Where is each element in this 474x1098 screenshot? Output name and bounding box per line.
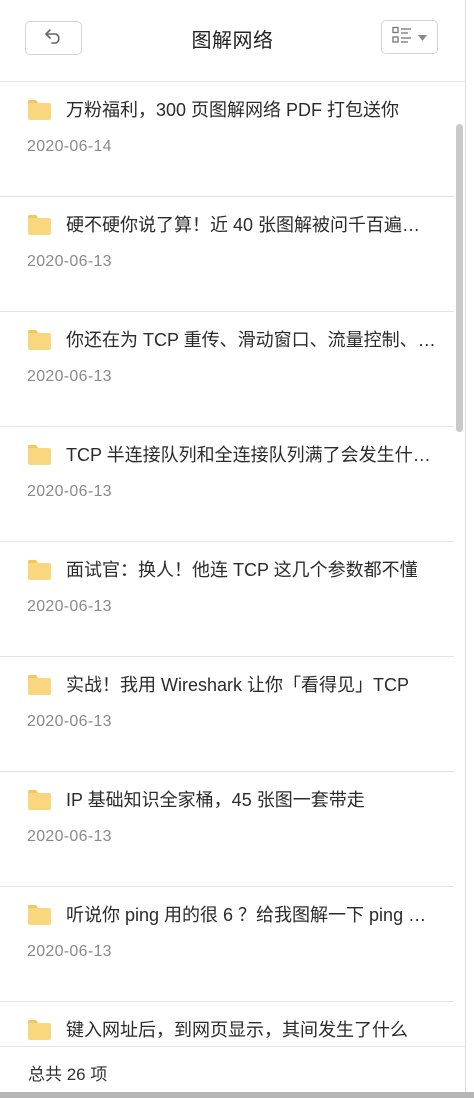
item-date: 2020-06-13 <box>27 713 112 730</box>
app-window: 图解网络 万粉福利，300 页图解网络 PDF 打包送你 2020-06-14 硬不… <box>0 0 466 1092</box>
item-title: 万粉福利，300 页图解网络 PDF 打包送你 <box>66 100 400 120</box>
item-date: 2020-06-13 <box>27 598 112 615</box>
view-mode-button[interactable] <box>381 20 438 54</box>
folder-icon <box>27 1019 52 1041</box>
article-list: 万粉福利，300 页图解网络 PDF 打包送你 2020-06-14 硬不硬你说了算… <box>0 82 454 1046</box>
footer-bar: 总共 26 项 <box>0 1046 465 1092</box>
folder-icon <box>27 559 52 581</box>
item-title: IP 基础知识全家桶，45 张图一套带走 <box>66 790 365 810</box>
total-count: 总共 26 项 <box>28 1065 108 1084</box>
folder-icon <box>27 789 52 811</box>
list-item[interactable]: 你还在为 TCP 重传、滑动窗口、流量控制、拥塞控制发愁吗？ 2020-06-13 <box>0 312 454 427</box>
item-title: TCP 半连接队列和全连接队列满了会发生什么？ <box>66 445 436 465</box>
list-item[interactable]: 面试官：换人！他连 TCP 这几个参数都不懂 2020-06-13 <box>0 542 454 657</box>
list-item[interactable]: 硬不硬你说了算！近 40 张图解被问千百遍的 TCP 三次握手和四次挥手面试题 2… <box>0 197 454 312</box>
item-title: 你还在为 TCP 重传、滑动窗口、流量控制、拥塞控制发愁吗？ <box>66 330 436 350</box>
list-item[interactable]: 键入网址后，到网页显示，其间发生了什么 <box>0 1002 454 1046</box>
scrollbar-thumb[interactable] <box>456 124 463 432</box>
item-date: 2020-06-13 <box>27 943 112 960</box>
item-date: 2020-06-14 <box>27 138 112 155</box>
item-title: 实战！我用 Wireshark 让你「看得见」TCP <box>66 675 410 695</box>
header-bar: 图解网络 <box>0 0 465 82</box>
folder-icon <box>27 329 52 351</box>
list-item[interactable]: IP 基础知识全家桶，45 张图一套带走 2020-06-13 <box>0 772 454 887</box>
list-item[interactable]: TCP 半连接队列和全连接队列满了会发生什么？ 2020-06-13 <box>0 427 454 542</box>
item-date: 2020-06-13 <box>27 253 112 270</box>
item-date: 2020-06-13 <box>27 368 112 385</box>
folder-icon <box>27 99 52 121</box>
item-title: 听说你 ping 用的很 6 ？给我图解一下 ping 的工作原理！ <box>66 905 436 925</box>
folder-icon <box>27 674 52 696</box>
item-date: 2020-06-13 <box>27 483 112 500</box>
item-title: 键入网址后，到网页显示，其间发生了什么 <box>66 1020 408 1040</box>
item-title: 硬不硬你说了算！近 40 张图解被问千百遍的 TCP 三次握手和四次挥手面试题 <box>66 215 436 235</box>
list-item[interactable]: 听说你 ping 用的很 6 ？给我图解一下 ping 的工作原理！ 2020-0… <box>0 887 454 1002</box>
caret-down-icon <box>418 28 427 46</box>
folder-icon <box>27 444 52 466</box>
item-title: 面试官：换人！他连 TCP 这几个参数都不懂 <box>66 560 418 580</box>
window-bottom-edge <box>0 1092 474 1098</box>
item-date: 2020-06-13 <box>27 828 112 845</box>
list-item[interactable]: 万粉福利，300 页图解网络 PDF 打包送你 2020-06-14 <box>0 82 454 197</box>
folder-icon <box>27 214 52 236</box>
list-view-icon <box>392 26 412 49</box>
list-item[interactable]: 实战！我用 Wireshark 让你「看得见」TCP 2020-06-13 <box>0 657 454 772</box>
folder-icon <box>27 904 52 926</box>
